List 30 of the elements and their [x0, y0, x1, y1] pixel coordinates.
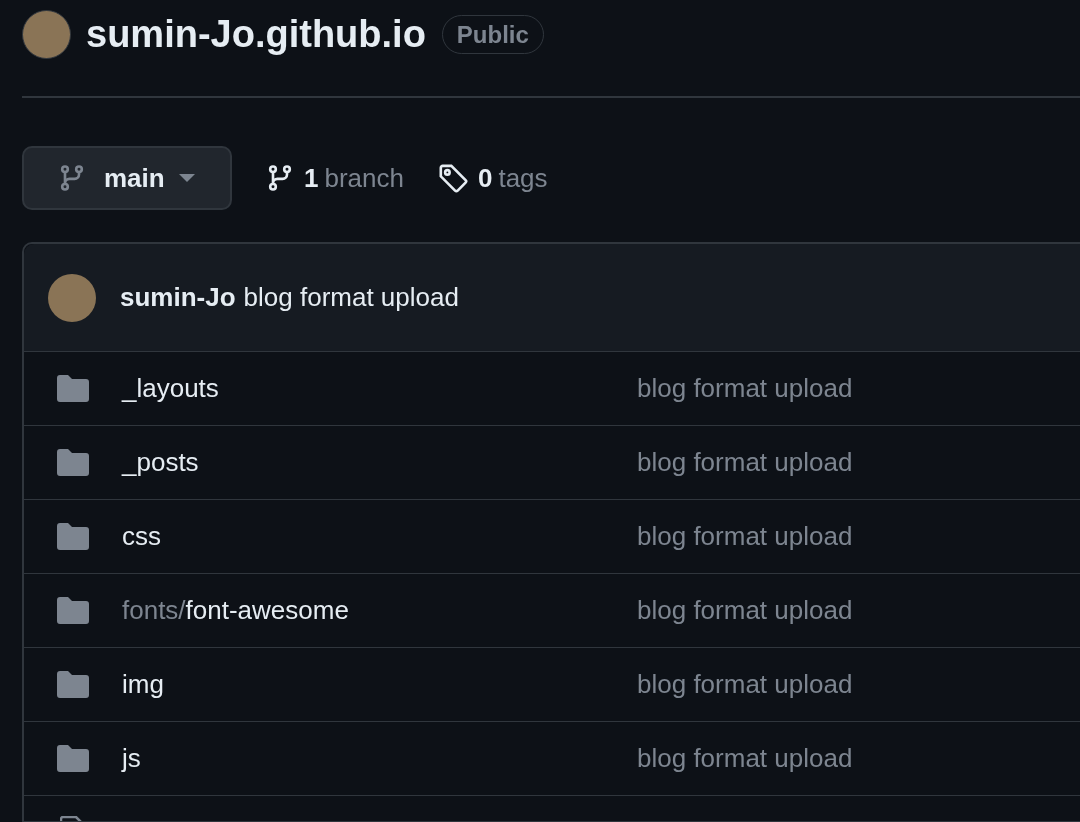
folder-icon — [57, 671, 89, 698]
folder-link[interactable]: js — [122, 739, 637, 778]
branch-icon — [266, 163, 294, 193]
commit-author-link[interactable]: sumin-Jo — [120, 278, 236, 317]
folder-icon — [57, 745, 89, 772]
tag-icon — [437, 163, 468, 193]
tags-link[interactable]: 0 tags — [437, 158, 548, 198]
folder-link[interactable]: fonts/font-awesome — [122, 591, 637, 630]
commit-message-link[interactable]: blog format upload — [637, 591, 853, 630]
folder-link[interactable]: _layouts — [122, 369, 637, 408]
folder-link[interactable]: _posts — [122, 443, 637, 482]
branch-selector[interactable]: main — [22, 146, 232, 210]
commit-message-link[interactable]: blog format upload — [243, 278, 459, 317]
folder-link[interactable]: css — [122, 517, 637, 556]
folder-icon — [57, 523, 89, 550]
branch-icon — [58, 163, 86, 193]
folder-icon — [57, 375, 89, 402]
commit-message-link[interactable]: blog format upload — [637, 517, 853, 556]
commit-message-link[interactable]: blog format upload — [637, 665, 853, 704]
folder-icon — [57, 449, 89, 476]
commit-message-link[interactable]: blog format upload — [637, 443, 853, 482]
avatar[interactable] — [22, 10, 71, 59]
avatar[interactable] — [48, 273, 96, 322]
folder-link[interactable]: img — [122, 665, 637, 704]
commit-message-link[interactable]: blog format upload — [637, 369, 853, 408]
repo-title[interactable]: sumin-Jo.github.io — [86, 10, 426, 59]
branches-link[interactable]: 1 branch — [266, 158, 404, 198]
caret-icon — [178, 174, 195, 182]
folder-icon — [57, 597, 89, 624]
commit-message-link[interactable]: blog format upload — [637, 739, 853, 778]
